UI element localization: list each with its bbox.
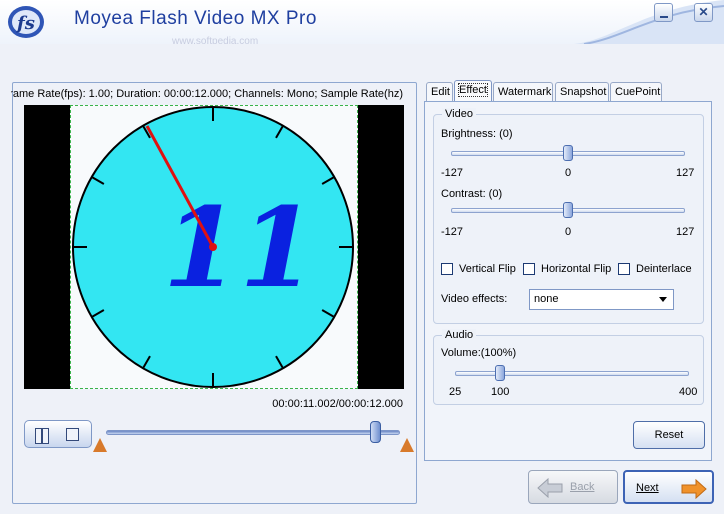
brightness-min: -127 — [441, 167, 464, 179]
next-button[interactable]: Next — [623, 470, 714, 504]
media-info-line: Frame Rate(fps): 1.00; Duration: 00:00:1… — [11, 88, 403, 102]
contrast-max: 127 — [676, 226, 695, 238]
svg-text:fs: fs — [15, 13, 35, 34]
deinterlace-checkbox[interactable] — [618, 263, 630, 275]
clock-frame-image: 11 — [72, 106, 354, 388]
horizontal-flip-checkbox[interactable] — [523, 263, 535, 275]
timecode-display: 00:00:11.002/00:00:12.000 — [272, 398, 403, 410]
clock-digits: 11 — [163, 183, 316, 312]
video-group-title: Video — [442, 108, 476, 120]
window-title: Moyea Flash Video MX Pro — [74, 8, 317, 29]
back-button[interactable]: Back — [528, 470, 618, 504]
pause-button[interactable] — [33, 427, 49, 444]
contrast-mid: 0 — [565, 226, 572, 238]
video-frame: 11 — [70, 105, 358, 389]
end-marker-icon[interactable] — [400, 438, 414, 452]
close-icon: ✕ — [698, 5, 709, 19]
audio-group-title: Audio — [442, 329, 477, 341]
reset-button[interactable]: Reset — [633, 421, 705, 449]
seek-bar[interactable] — [106, 430, 400, 435]
volume-max: 400 — [679, 386, 698, 398]
video-effects-value: none — [534, 293, 559, 305]
title-bar: fs Moyea Flash Video MX Pro www.softpedi… — [0, 0, 724, 47]
contrast-label: Contrast: (0) — [441, 188, 503, 200]
tab-effect[interactable]: Effect — [454, 80, 492, 102]
video-preview: 11 — [24, 105, 404, 389]
deinterlace-label: Deinterlace — [636, 263, 692, 275]
tab-edit[interactable]: Edit — [426, 82, 453, 102]
volume-min: 25 — [449, 386, 462, 398]
contrast-min: -127 — [441, 226, 464, 238]
media-info-text: Frame Rate(fps): 1.00; Duration: 00:00:1… — [11, 88, 403, 100]
vertical-flip-label: Vertical Flip — [459, 263, 516, 275]
stop-button[interactable] — [66, 428, 79, 441]
tab-snapshot[interactable]: Snapshot — [555, 82, 609, 102]
brightness-max: 127 — [676, 167, 695, 179]
video-effects-label: Video effects: — [441, 293, 508, 305]
vertical-flip-checkbox[interactable] — [441, 263, 453, 275]
start-marker-icon[interactable] — [93, 438, 107, 452]
next-arrow-icon — [681, 479, 707, 499]
volume-label: Volume:(100%) — [441, 347, 517, 359]
minimize-button[interactable] — [654, 3, 673, 22]
volume-mid: 100 — [491, 386, 510, 398]
brightness-mid: 0 — [565, 167, 572, 179]
video-effects-select[interactable]: none — [529, 289, 674, 310]
next-button-label: Next — [636, 482, 659, 494]
brightness-slider-thumb[interactable] — [563, 145, 573, 161]
contrast-slider-thumb[interactable] — [563, 202, 573, 218]
tab-cuepoint[interactable]: CuePoint — [610, 82, 662, 102]
tab-watermark[interactable]: Watermark — [493, 82, 553, 102]
seek-thumb[interactable] — [370, 421, 382, 443]
brightness-label: Brightness: (0) — [441, 128, 513, 140]
volume-slider-thumb[interactable] — [495, 365, 505, 381]
back-button-label: Back — [570, 481, 595, 493]
audio-group: Audio — [433, 329, 704, 405]
close-button[interactable]: ✕ — [694, 3, 713, 22]
playback-controls — [24, 420, 92, 448]
volume-slider-track[interactable] — [455, 371, 689, 376]
back-arrow-icon — [537, 478, 563, 498]
app-logo-icon: fs — [8, 6, 44, 38]
horizontal-flip-label: Horizontal Flip — [541, 263, 612, 275]
